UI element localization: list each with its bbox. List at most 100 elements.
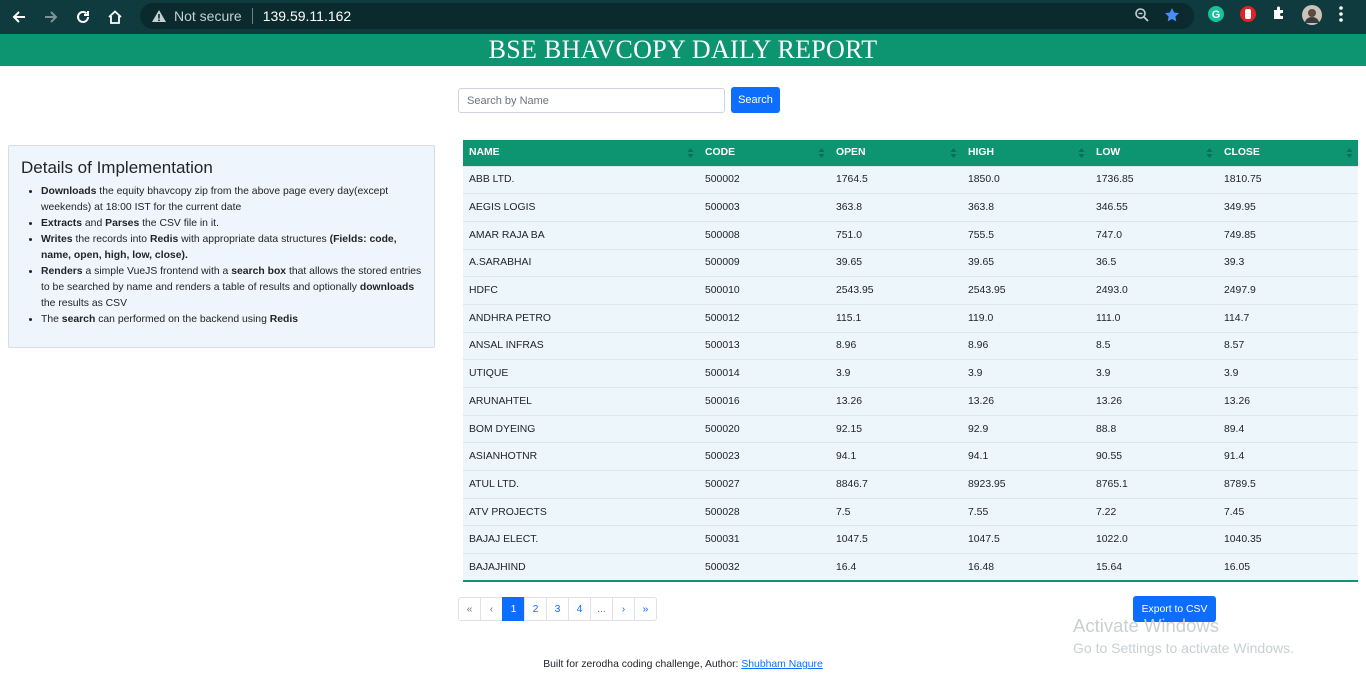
- back-icon[interactable]: [6, 4, 32, 30]
- table-cell-code: 500012: [699, 303, 830, 333]
- table-cell-low: 2493.0: [1090, 276, 1218, 305]
- activate-windows-watermark: Activate Windows Go to Settings to activ…: [1073, 615, 1294, 656]
- table-row: BOM DYEING 500020 92.15 92.9 88.8 89.4: [463, 414, 1358, 443]
- table-cell-code: 500027: [699, 470, 830, 499]
- column-header-high[interactable]: HIGH: [962, 140, 1090, 166]
- table-cell-close: 114.7: [1218, 303, 1358, 333]
- column-header-code[interactable]: CODE: [699, 140, 830, 166]
- table-cell-code: 500032: [699, 553, 830, 583]
- table-cell-close: 39.3: [1218, 248, 1358, 277]
- table-cell-low: 88.8: [1090, 414, 1218, 443]
- table-cell-name: UTIQUE: [463, 359, 699, 388]
- table-cell-open: 39.65: [830, 248, 962, 277]
- forward-icon[interactable]: [38, 4, 64, 30]
- table-row: ANDHRA PETRO 500012 115.1 119.0 111.0 114.7: [463, 303, 1358, 333]
- sort-icon[interactable]: [1206, 147, 1213, 159]
- table-row: BAJAJHIND 500032 16.4 16.48 15.64 16.05: [463, 553, 1358, 583]
- zoom-icon[interactable]: [1134, 7, 1150, 28]
- table-cell-low: 36.5: [1090, 248, 1218, 277]
- pagination: «‹ 1 2 3 4... ›»: [458, 597, 657, 621]
- next-page-button[interactable]: ›: [612, 597, 635, 621]
- home-icon[interactable]: [102, 4, 128, 30]
- details-item-search: The search can performed on the backend …: [41, 312, 422, 328]
- page-ellipsis: ...: [590, 597, 613, 621]
- table-cell-high: 8923.95: [962, 470, 1090, 499]
- table-cell-open: 8.96: [830, 331, 962, 360]
- table-cell-code: 500009: [699, 248, 830, 277]
- table-cell-name: AMAR RAJA BA: [463, 220, 699, 250]
- details-item-extracts: Extracts and Parses the CSV file in it.: [41, 216, 422, 232]
- page-1-button[interactable]: 1: [502, 597, 525, 621]
- warning-icon[interactable]: [150, 7, 168, 25]
- table-row: ATUL LTD. 500027 8846.7 8923.95 8765.1 8789.5: [463, 470, 1358, 499]
- table-cell-open: 16.4: [830, 553, 962, 583]
- table-cell-name: BAJAJHIND: [463, 553, 699, 583]
- table-cell-open: 115.1: [830, 303, 962, 333]
- address-bar[interactable]: Not secure 139.59.11.162: [140, 3, 1194, 29]
- results-table: NAME CODE OPEN HIGH LOW CLOSE ABB LTD. 500002 1…: [463, 140, 1358, 583]
- table-cell-high: 119.0: [962, 303, 1090, 333]
- table-cell-code: 500010: [699, 276, 830, 305]
- browser-menu-icon[interactable]: [1338, 5, 1344, 23]
- sort-icon[interactable]: [1346, 147, 1353, 159]
- table-cell-open: 92.15: [830, 414, 962, 443]
- bookmark-star-icon[interactable]: [1164, 7, 1180, 28]
- table-cell-close: 1810.75: [1218, 165, 1358, 194]
- search-button[interactable]: Search: [731, 87, 780, 113]
- grammarly-extension-icon[interactable]: G: [1207, 5, 1225, 23]
- adblock-extension-icon[interactable]: [1239, 5, 1257, 23]
- table-cell-open: 2543.95: [830, 276, 962, 305]
- table-cell-close: 1040.35: [1218, 525, 1358, 554]
- details-heading: Details of Implementation: [21, 158, 213, 177]
- table-cell-low: 15.64: [1090, 553, 1218, 583]
- table-cell-open: 1047.5: [830, 525, 962, 554]
- table-row: BAJAJ ELECT. 500031 1047.5 1047.5 1022.0 1040…: [463, 525, 1358, 554]
- omnibox-divider: [251, 8, 253, 24]
- url-text[interactable]: 139.59.11.162: [263, 8, 352, 24]
- prev-page-button[interactable]: ‹: [480, 597, 503, 621]
- table-cell-name: AEGIS LOGIS: [463, 193, 699, 222]
- watermark-subtitle: Go to Settings to activate Windows.: [1073, 640, 1294, 656]
- column-header-close[interactable]: CLOSE: [1218, 140, 1358, 166]
- table-cell-name: ASIANHOTNR: [463, 442, 699, 471]
- watermark-title: Activate Windows: [1073, 615, 1219, 636]
- sort-icon[interactable]: [687, 147, 694, 159]
- column-header-open[interactable]: OPEN: [830, 140, 962, 166]
- column-header-label: CODE: [705, 147, 736, 159]
- table-cell-name: ATV PROJECTS: [463, 497, 699, 526]
- table-cell-close: 749.85: [1218, 220, 1358, 250]
- profile-avatar[interactable]: [1302, 5, 1322, 25]
- reload-icon[interactable]: [70, 4, 96, 30]
- page-4-button[interactable]: 4: [568, 597, 591, 621]
- sort-icon[interactable]: [1078, 147, 1085, 159]
- table-cell-code: 500002: [699, 165, 830, 194]
- security-label[interactable]: Not secure: [174, 8, 242, 24]
- footer: Built for zerodha coding challenge, Auth…: [0, 659, 1366, 670]
- table-cell-high: 755.5: [962, 220, 1090, 250]
- last-page-button[interactable]: »: [634, 597, 657, 621]
- search-input[interactable]: [458, 88, 725, 113]
- sort-icon[interactable]: [818, 147, 825, 159]
- page-3-button[interactable]: 3: [546, 597, 569, 621]
- results-table-container: NAME CODE OPEN HIGH LOW CLOSE ABB LTD. 500002 1…: [463, 140, 1358, 583]
- column-header-label: CLOSE: [1224, 147, 1260, 159]
- table-cell-low: 8765.1: [1090, 470, 1218, 499]
- table-body: ABB LTD. 500002 1764.5 1850.0 1736.85 1810.75…: [463, 165, 1358, 583]
- table-cell-high: 92.9: [962, 414, 1090, 443]
- column-header-low[interactable]: LOW: [1090, 140, 1218, 166]
- table-cell-low: 747.0: [1090, 220, 1218, 250]
- page-title: BSE BHAVCOPY DAILY REPORT: [0, 34, 1366, 66]
- table-cell-name: ANDHRA PETRO: [463, 303, 699, 333]
- table-cell-high: 1047.5: [962, 525, 1090, 554]
- author-link[interactable]: Shubham Nagure: [741, 659, 822, 670]
- column-header-name[interactable]: NAME: [463, 140, 699, 166]
- sort-icon[interactable]: [950, 147, 957, 159]
- table-cell-open: 1764.5: [830, 165, 962, 194]
- table-cell-code: 500028: [699, 497, 830, 526]
- extensions-puzzle-icon[interactable]: [1271, 5, 1287, 21]
- page-2-button[interactable]: 2: [524, 597, 547, 621]
- table-row: UTIQUE 500014 3.9 3.9 3.9 3.9: [463, 359, 1358, 388]
- table-cell-high: 13.26: [962, 387, 1090, 416]
- first-page-button[interactable]: «: [458, 597, 481, 621]
- table-cell-low: 8.5: [1090, 331, 1218, 360]
